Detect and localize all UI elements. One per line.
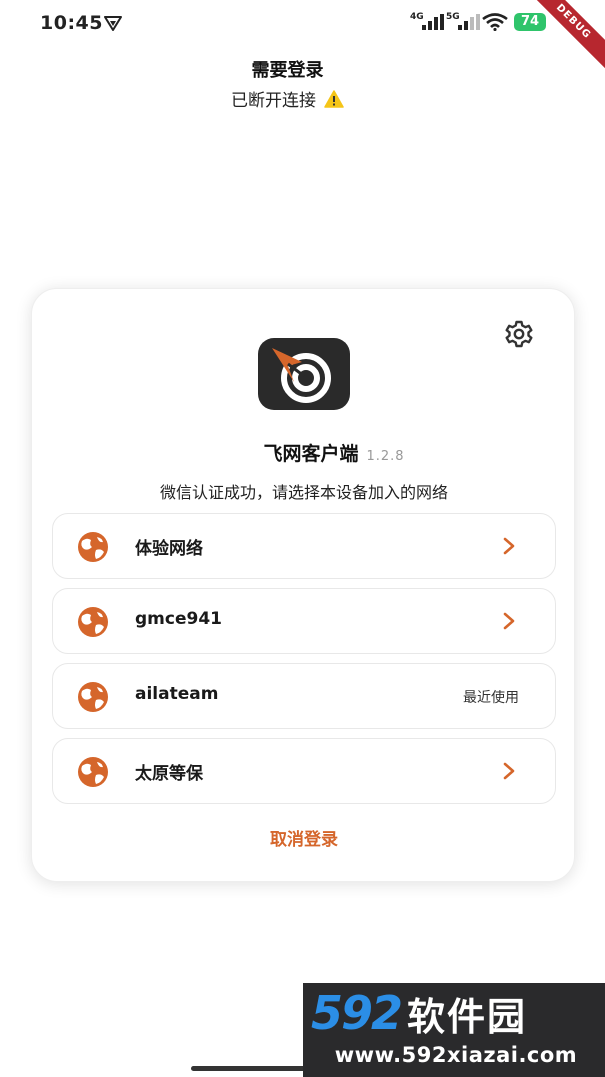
warning-icon	[324, 89, 344, 108]
globe-icon	[78, 682, 108, 712]
network-name: gmce941	[135, 609, 222, 629]
status-bar: 10:45 4G 5G 74 DEBUG	[0, 0, 605, 72]
cancel-login-button[interactable]: 取消登录	[32, 825, 576, 850]
wifi-icon	[482, 13, 508, 31]
app-name-row: 飞网客户端 1.2.8	[32, 439, 576, 466]
globe-icon	[78, 607, 108, 637]
signal-icon	[458, 14, 480, 30]
watermark-number: 592	[311, 986, 403, 1040]
network-item[interactable]: gmce941	[52, 588, 556, 654]
globe-icon	[78, 532, 108, 562]
signal-5g: 5G	[446, 12, 480, 32]
network-list: 体验网络 gmce941 ailateam 最近使用 太原等保	[52, 513, 556, 813]
network-name: 体验网络	[135, 539, 203, 559]
network-item[interactable]: ailateam 最近使用	[52, 663, 556, 729]
page-title: 需要登录	[251, 60, 324, 81]
app-version: 1.2.8	[366, 449, 405, 464]
battery-icon: 74	[514, 13, 546, 31]
app-name: 飞网客户端	[263, 443, 359, 465]
status-time: 10:45	[40, 12, 103, 34]
screen: 10:45 4G 5G 74 DEBUG 需要登录 已断开连接 飞网客户端 1.…	[0, 0, 605, 1077]
network-name: 太原等保	[135, 764, 203, 784]
gear-icon[interactable]	[504, 319, 534, 349]
recently-used-badge: 最近使用	[463, 690, 519, 706]
target-icon	[272, 348, 331, 403]
instruction-text: 微信认证成功，请选择本设备加入的网络	[159, 483, 448, 502]
network-item[interactable]: 太原等保	[52, 738, 556, 804]
globe-icon	[78, 757, 108, 787]
network-name: ailateam	[135, 684, 219, 704]
network-select-card: 飞网客户端 1.2.8 微信认证成功，请选择本设备加入的网络 体验网络 gmce…	[31, 288, 575, 882]
app-logo	[258, 338, 350, 410]
network-item[interactable]: 体验网络	[52, 513, 556, 579]
connection-status: 已断开连接	[0, 86, 605, 111]
watermark-name: 软件园	[407, 994, 528, 1039]
connection-status-text: 已断开连接	[231, 91, 316, 111]
connection-header: 需要登录 已断开连接	[0, 56, 605, 111]
chevron-right-icon	[503, 762, 515, 780]
watermark-logo: 592 软件园	[311, 986, 601, 1040]
chevron-right-icon	[503, 537, 515, 555]
watermark: 592 软件园 www.592xiazai.com	[303, 983, 605, 1077]
vpn-icon	[104, 16, 122, 31]
signal-icon	[422, 14, 444, 30]
chevron-right-icon	[503, 612, 515, 630]
watermark-url: www.592xiazai.com	[334, 1043, 578, 1067]
signal-4g: 4G	[410, 12, 444, 32]
